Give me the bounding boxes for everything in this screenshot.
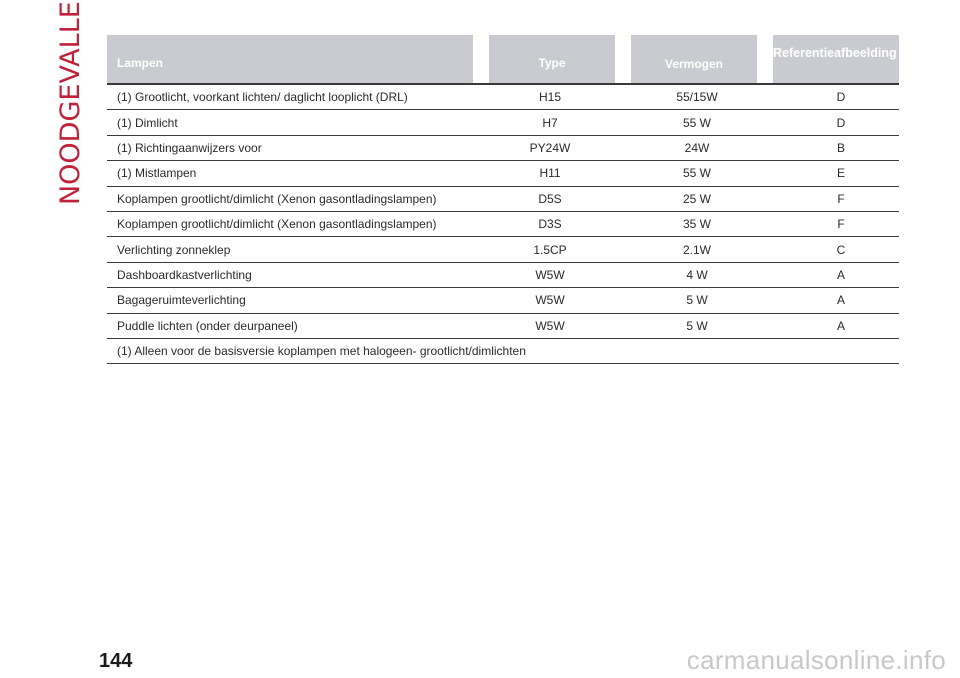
cell-type: H7 [542, 115, 558, 130]
cell-type: PY24W [529, 140, 571, 155]
cell-vermogen: 24W [684, 140, 710, 155]
table-row: (1) Dimlicht H7 55 W D [107, 110, 899, 136]
cell-type: W5W [535, 293, 565, 308]
section-title-text: NOODGEVALLEN [54, 0, 86, 205]
table-footnote: (1) Alleen voor de basisversie koplampen… [107, 339, 899, 365]
cell-lamp-name: Puddle lichten (onder deurpaneel) [117, 318, 298, 333]
cell-referentie: C [836, 242, 846, 257]
cell-referentie: E [836, 166, 845, 181]
cell-referentie: D [836, 115, 846, 130]
page-number: 144 [99, 650, 133, 672]
table-row: Puddle lichten (onder deurpaneel) W5W 5 … [107, 314, 899, 339]
watermark: carmanualsonline.info [686, 645, 946, 675]
header-lampen-label: Lampen [117, 56, 164, 70]
table-row: Bagageruimteverlichting W5W 5 W A [107, 288, 899, 314]
header-lampen: Lampen [107, 35, 473, 83]
cell-vermogen: 4 W [686, 267, 708, 282]
cell-lamp-name: Dashboardkastverlichting [117, 267, 252, 282]
cell-lamp-name: Koplampen grootlicht/dimlicht (Xenon gas… [117, 217, 437, 232]
header-vermogen: Vermogen [631, 35, 757, 83]
table-row: Dashboardkastverlichting W5W 4 W A [107, 263, 899, 289]
cell-type: 1.5CP [533, 242, 567, 257]
cell-type: W5W [535, 267, 565, 282]
section-title: NOODGEVALLEN [52, 0, 88, 205]
cell-type: W5W [535, 318, 565, 333]
table-row: (1) Grootlicht, voorkant lichten/ daglic… [107, 85, 899, 111]
header-vermogen-label: Vermogen [664, 57, 724, 71]
cell-vermogen: 5 W [686, 318, 708, 333]
header-type: Type [489, 35, 615, 83]
cell-lamp-name: Verlichting zonneklep [117, 242, 231, 257]
cell-referentie: A [836, 318, 845, 333]
header-referentie-label: Referentieafbeelding [773, 46, 897, 60]
cell-referentie: A [836, 267, 845, 282]
cell-type: H15 [538, 90, 561, 105]
table-row: (1) Richtingaanwijzers voor PY24W 24W B [107, 136, 899, 162]
cell-vermogen: 2.1W [682, 242, 711, 257]
cell-vermogen: 5 W [686, 293, 708, 308]
header-referentie: Referentieafbeelding [773, 35, 899, 83]
cell-lamp-name: Koplampen grootlicht/dimlicht (Xenon gas… [117, 191, 437, 206]
cell-type: D3S [538, 217, 562, 232]
cell-vermogen: 35 W [682, 217, 711, 232]
cell-vermogen: 55 W [682, 166, 711, 181]
cell-referentie: D [836, 90, 846, 105]
cell-type: H11 [539, 166, 561, 181]
cell-lamp-name: (1) Mistlampen [117, 166, 197, 181]
table-header: Lampen Type Vermogen Referentieafbeeldin… [107, 35, 899, 83]
cell-referentie: A [836, 293, 845, 308]
lamp-table: Lampen Type Vermogen Referentieafbeeldin… [107, 35, 899, 365]
cell-referentie: F [837, 217, 845, 232]
table-row: Verlichting zonneklep 1.5CP 2.1W C [107, 237, 899, 263]
header-type-label: Type [538, 56, 566, 70]
cell-lamp-name: (1) Richtingaanwijzers voor [117, 140, 262, 155]
table-row: Koplampen grootlicht/dimlicht (Xenon gas… [107, 187, 899, 212]
cell-type: D5S [538, 191, 562, 206]
cell-vermogen: 25 W [682, 191, 711, 206]
cell-vermogen: 55/15W [676, 90, 718, 105]
table-row: (1) Mistlampen H11 55 W E [107, 161, 899, 187]
cell-referentie: B [836, 140, 845, 155]
cell-lamp-name: (1) Grootlicht, voorkant lichten/ daglic… [117, 90, 408, 105]
cell-lamp-name: Bagageruimteverlichting [117, 293, 246, 308]
table-row: Koplampen grootlicht/dimlicht (Xenon gas… [107, 212, 899, 238]
cell-lamp-name: (1) Dimlicht [117, 115, 178, 130]
cell-vermogen: 55 W [682, 115, 711, 130]
cell-referentie: F [837, 191, 845, 206]
